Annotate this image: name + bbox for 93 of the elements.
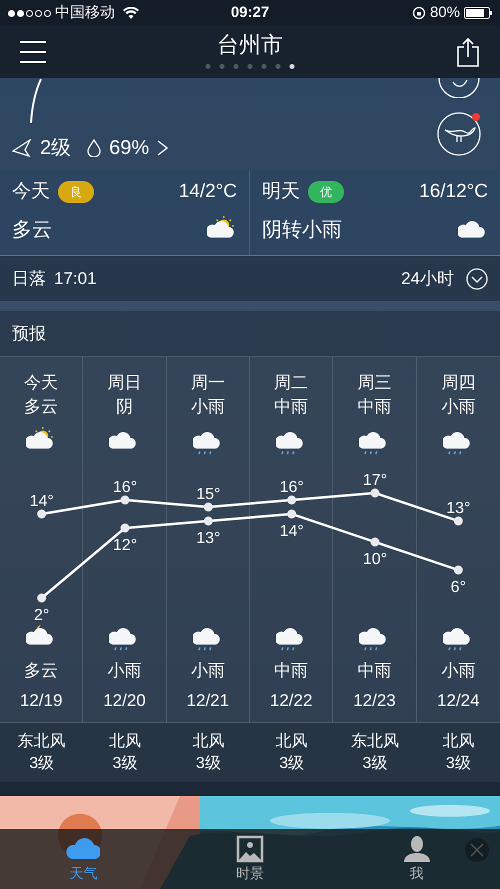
temperature-label: 17° — [362, 472, 388, 489]
temperature-point — [120, 496, 130, 504]
humidity-icon — [87, 139, 102, 157]
temperature-label: 2° — [34, 607, 50, 624]
night-condition-text: 多云 — [24, 660, 58, 682]
battery-text: 80% — [430, 2, 460, 23]
date-text: 12/19 — [20, 690, 62, 712]
weekday-text: 今天 — [24, 372, 58, 394]
battery-icon — [464, 7, 492, 19]
temperature-point — [287, 496, 296, 504]
signal-icon — [8, 10, 51, 16]
temperature-point — [120, 524, 130, 532]
date-text: 12/20 — [103, 690, 146, 712]
wind-level-text: 3级 — [29, 754, 54, 774]
temperature-point — [454, 566, 463, 574]
day-label: 明天 — [262, 180, 300, 204]
wifi-icon — [123, 7, 139, 19]
temperature-label: 12° — [112, 537, 138, 554]
temperature-point — [287, 510, 296, 518]
wind-level-text: 3级 — [362, 754, 388, 774]
clock-text: 09:27 — [230, 2, 270, 23]
hourly-toggle[interactable]: 24小时 — [401, 266, 488, 292]
temperature-range: 16/12°C — [419, 180, 488, 204]
wind-direction-text: 北风 — [108, 732, 141, 752]
voice-button-icon[interactable] — [437, 78, 481, 98]
temperature-point — [454, 516, 463, 526]
wind-direction-icon — [12, 139, 32, 157]
weekday-text: 周一 — [190, 372, 225, 394]
temperature-point — [370, 488, 380, 498]
temperature-point — [37, 510, 46, 518]
temperature-label: 13° — [446, 500, 470, 517]
sunset-time: 17:01 — [54, 268, 97, 290]
wind-direction-text: 北风 — [276, 732, 308, 752]
night-condition-text: 中雨 — [357, 660, 392, 682]
tab-item[interactable]: 时景 — [166, 834, 334, 884]
day-condition-text: 小雨 — [441, 396, 476, 418]
wind-direction-text: 北风 — [192, 732, 224, 752]
temperature-label: 10° — [362, 551, 388, 568]
tab-item[interactable]: 我 — [333, 834, 500, 884]
wind-level-text: 3级 — [446, 754, 471, 774]
weekday-text: 周日 — [107, 372, 142, 394]
temperature-point — [204, 516, 213, 526]
weekday-text: 周二 — [274, 372, 308, 394]
air-quality-badge: 良 — [58, 181, 94, 204]
temperature-label: 15° — [196, 486, 220, 503]
sunset-label: 日落 — [12, 268, 46, 290]
wind-level-text: 3级 — [112, 754, 138, 774]
temperature-point — [204, 502, 213, 512]
date-text: 12/21 — [186, 690, 230, 712]
wind-direction-text: 北风 — [442, 732, 474, 752]
wind-level-text: 3级 — [196, 754, 221, 774]
night-condition-text: 中雨 — [274, 660, 308, 682]
close-icon[interactable] — [464, 837, 490, 863]
carrier-text: 中国移动 — [55, 2, 115, 23]
air-quality-badge: 优 — [308, 181, 344, 204]
weekday-text: 周四 — [441, 372, 476, 394]
day-condition-text: 多云 — [24, 396, 58, 418]
day-condition-text: 中雨 — [274, 396, 308, 418]
wind-direction-text: 东北风 — [350, 732, 399, 752]
chevron-right-icon[interactable] — [157, 139, 168, 157]
city-title: 台州市 — [217, 31, 283, 59]
wind-level-text: 3级 — [279, 754, 304, 774]
night-condition-text: 小雨 — [441, 660, 476, 682]
temperature-point — [37, 594, 46, 602]
temperature-label: 16° — [280, 479, 304, 496]
bird-button-icon[interactable] — [437, 110, 483, 156]
wind-direction-text: 东北风 — [18, 732, 66, 752]
humidity-text: 69% — [109, 136, 150, 161]
dial-arc — [27, 78, 43, 124]
temperature-label: 13° — [196, 530, 220, 547]
day-condition-text: 阴 — [116, 396, 133, 418]
day-label: 今天 — [12, 180, 50, 204]
menu-button[interactable] — [20, 41, 46, 63]
section-title: 预报 — [12, 322, 46, 345]
temperature-label: 6° — [450, 579, 466, 596]
date-text: 12/23 — [353, 690, 396, 712]
temperature-label: 14° — [280, 523, 304, 540]
day-condition-text: 中雨 — [357, 396, 392, 418]
temperature-point — [370, 538, 380, 546]
night-condition-text: 小雨 — [190, 660, 225, 682]
rotation-lock-icon — [412, 6, 426, 20]
temperature-range: 14/2°C — [178, 180, 237, 204]
day-condition-text: 小雨 — [190, 396, 225, 418]
share-button[interactable] — [456, 37, 480, 67]
temperature-label: 14° — [30, 493, 54, 510]
date-text: 12/22 — [270, 690, 312, 712]
temperature-label: 16° — [112, 479, 138, 496]
condition-text: 多云 — [12, 218, 52, 242]
night-condition-text: 小雨 — [107, 660, 142, 682]
date-text: 12/24 — [437, 690, 480, 712]
weekday-text: 周三 — [357, 372, 392, 394]
condition-text: 阴转小雨 — [262, 218, 342, 242]
wind-level-text: 2级 — [40, 136, 72, 161]
